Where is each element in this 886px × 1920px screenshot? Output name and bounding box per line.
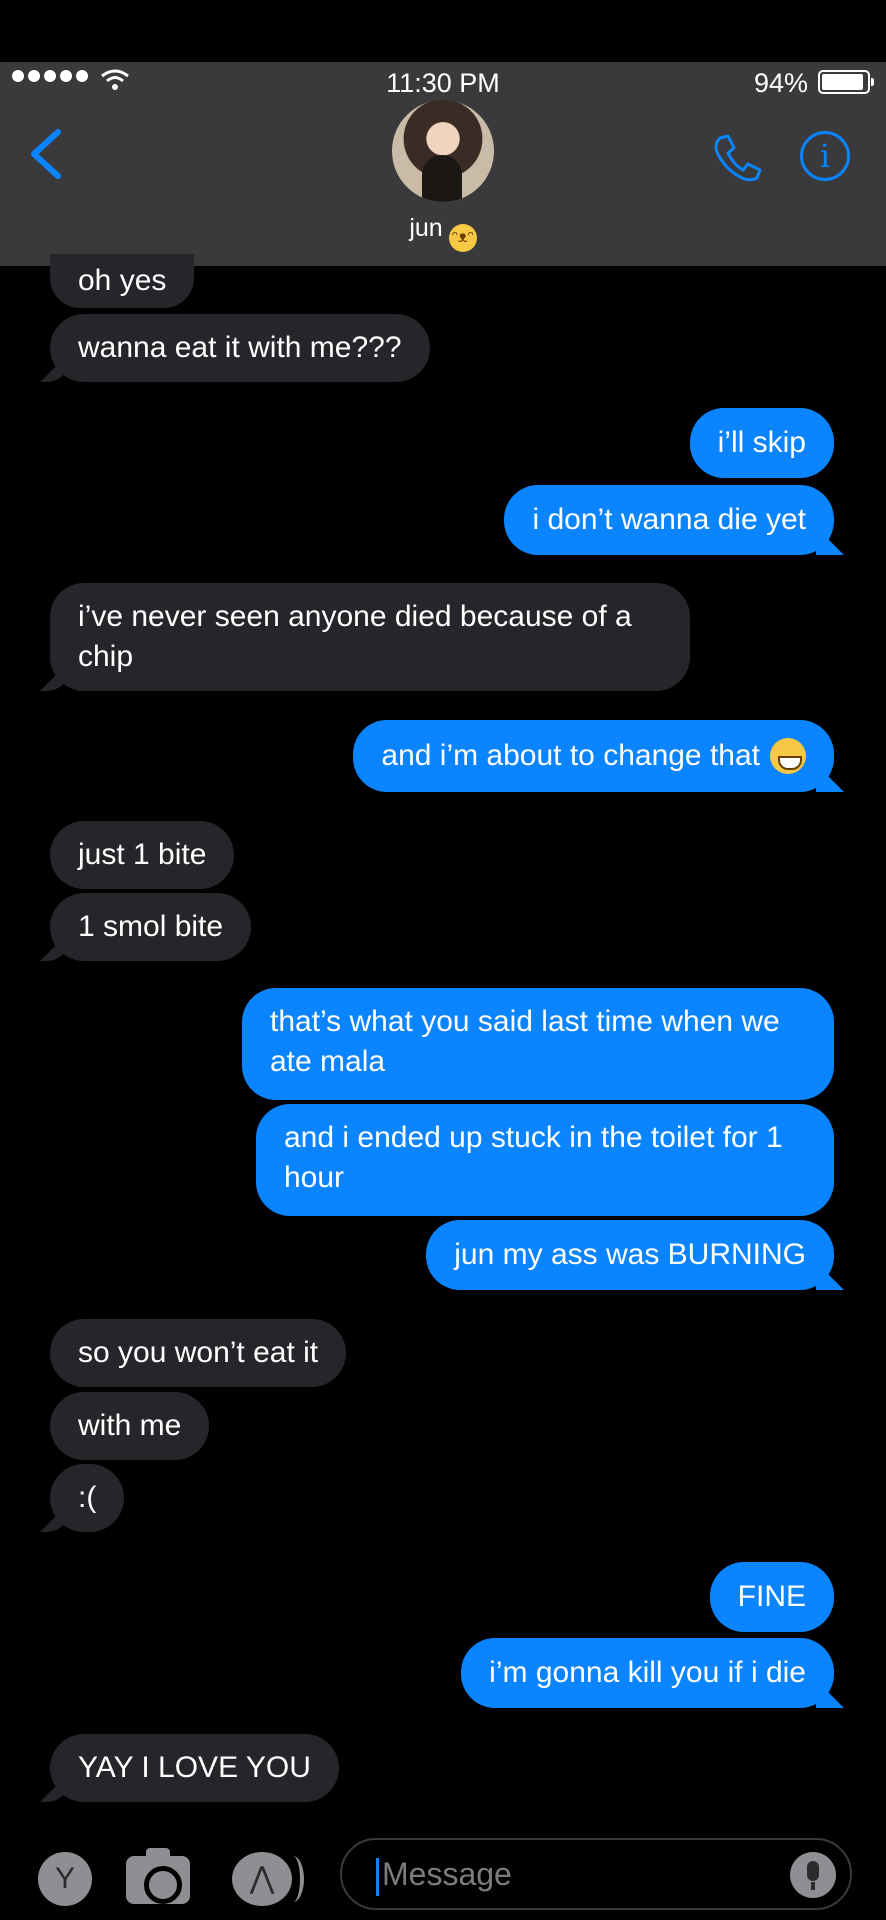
app-button[interactable]: Y <box>38 1852 92 1906</box>
message-text: and i’m about to change that <box>381 739 760 772</box>
phone-icon[interactable] <box>710 132 762 184</box>
message-placeholder: Message <box>382 1856 512 1892</box>
message-input[interactable]: Message <box>340 1838 852 1910</box>
message-bubble-incoming: with me <box>50 1392 210 1460</box>
message-bubble-incoming: 1 smol bite <box>50 893 252 961</box>
camera-icon[interactable] <box>126 1848 190 1904</box>
contact-name-text: jun <box>409 214 443 242</box>
message-bubble-outgoing: i don’t wanna die yet <box>504 485 834 555</box>
message-bubble-incoming: wanna eat it with me??? <box>50 314 430 382</box>
message-bubble-outgoing: and i ended up stuck in the toilet for 1… <box>256 1104 834 1216</box>
message-bubble-incoming: so you won’t eat it <box>50 1319 347 1387</box>
message-input-bar: Y ⋀ Message <box>0 1818 886 1920</box>
back-chevron-icon[interactable] <box>28 128 64 180</box>
message-bubble-outgoing: and i’m about to change that <box>353 720 834 792</box>
message-bubble-outgoing: jun my ass was BURNING <box>426 1220 834 1290</box>
app-store-icon[interactable]: ⋀ <box>232 1852 304 1906</box>
battery-icon <box>818 70 874 94</box>
message-bubble-outgoing: FINE <box>709 1562 834 1632</box>
message-bubble-incoming: just 1 bite <box>50 821 235 889</box>
grinning-face-icon <box>770 738 806 774</box>
message-bubble-outgoing: that’s what you said last time when we a… <box>242 988 834 1100</box>
message-bubble-outgoing: i’ll skip <box>689 408 834 478</box>
info-icon[interactable]: i <box>800 131 850 181</box>
contact-name[interactable]: jun ᵔᴥᵔ <box>0 214 886 252</box>
message-bubble-incoming: YAY I LOVE YOU <box>50 1734 339 1802</box>
microphone-icon[interactable] <box>790 1852 836 1898</box>
battery-percent: 94% <box>753 68 808 98</box>
text-caret <box>376 1858 379 1896</box>
contact-avatar[interactable] <box>392 100 494 202</box>
message-bubble-incoming: i’ve never seen anyone died because of a… <box>50 583 690 691</box>
smiling-cat-icon: ᵔᴥᵔ <box>448 224 477 252</box>
message-bubble-incoming: oh yes <box>50 254 195 308</box>
message-bubble-outgoing: i’m gonna kill you if i die <box>461 1638 834 1708</box>
message-bubble-incoming: :( <box>50 1464 125 1532</box>
